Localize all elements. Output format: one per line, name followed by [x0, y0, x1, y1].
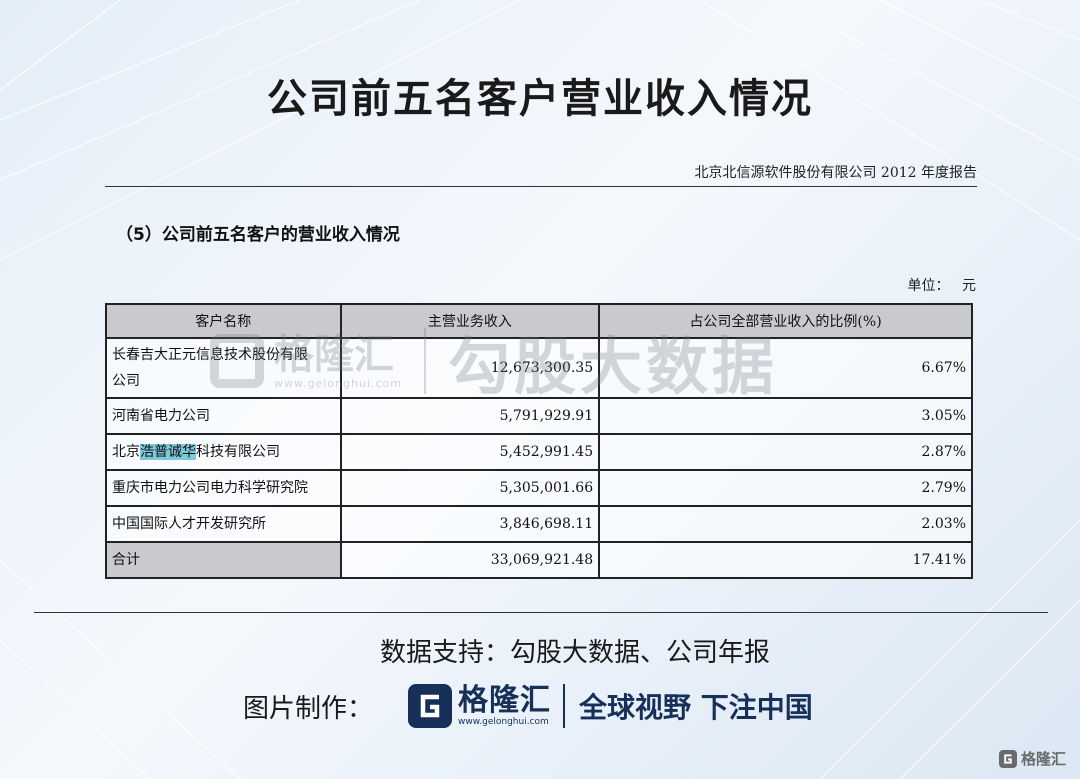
table-header-row: 客户名称 主营业务收入 占公司全部营业收入的比例(%) [105, 303, 973, 339]
total-revenue: 33,069,921.48 [339, 541, 601, 579]
logo-brand: 格隆汇 www.gelonghui.com [458, 683, 551, 728]
credit-label: 图片制作： [243, 694, 374, 724]
revenue-value: 12,673,300.35 [339, 337, 601, 399]
total-ratio: 17.41% [598, 541, 973, 579]
table-row: 北京浩普诚华科技有限公司 5,452,991.45 2.87% [105, 433, 973, 471]
customer-name-line2: 公司 [112, 373, 140, 389]
unit-label: 单位： 元 [907, 278, 976, 294]
column-header-customer: 客户名称 [105, 303, 342, 339]
ratio-value: 3.05% [598, 397, 973, 435]
g-letter-icon [420, 694, 440, 718]
corner-watermark: 格隆汇 [998, 748, 1066, 769]
ratio-value: 6.67% [598, 337, 973, 399]
section-heading: （5）公司前五名客户的营业收入情况 [116, 225, 400, 245]
revenue-value: 5,305,001.66 [339, 469, 601, 507]
brand-slogan: 全球视野 下注中国 [579, 691, 813, 724]
gelonghui-logo-icon [408, 684, 452, 728]
logo-separator [563, 684, 565, 728]
column-header-revenue: 主营业务收入 [339, 303, 601, 339]
customer-name-line1: 长春吉大正元信息技术股份有限 [112, 347, 308, 363]
total-label: 合计 [105, 541, 342, 579]
revenue-value: 5,791,929.91 [339, 397, 601, 435]
customer-name: 河南省电力公司 [105, 397, 342, 435]
footer-divider [34, 612, 1048, 613]
corner-brand-name: 格隆汇 [1020, 750, 1066, 768]
table-row: 河南省电力公司 5,791,929.91 3.05% [105, 397, 973, 435]
table-row: 长春吉大正元信息技术股份有限 公司 12,673,300.35 6.67% [105, 337, 973, 399]
customer-name: 北京浩普诚华科技有限公司 [105, 433, 342, 471]
report-name: 北京北信源软件股份有限公司 2012 年度报告 [694, 165, 977, 181]
table-total-row: 合计 33,069,921.48 17.41% [105, 541, 973, 579]
customer-name: 重庆市电力公司电力科学研究院 [105, 469, 342, 507]
ratio-value: 2.87% [598, 433, 973, 471]
revenue-value: 3,846,698.11 [339, 505, 601, 543]
logo-url: www.gelonghui.com [458, 717, 549, 727]
revenue-table: 客户名称 主营业务收入 占公司全部营业收入的比例(%) 长春吉大正元信息技术股份… [105, 303, 973, 579]
revenue-value: 5,452,991.45 [339, 433, 601, 471]
data-source: 数据支持：勾股大数据、公司年报 [380, 638, 771, 668]
customer-name-suffix: 科技有限公司 [196, 444, 280, 460]
ratio-value: 2.03% [598, 505, 973, 543]
table-row: 重庆市电力公司电力科学研究院 5,305,001.66 2.79% [105, 469, 973, 507]
corner-g-icon [1004, 753, 1012, 764]
column-header-ratio: 占公司全部营业收入的比例(%) [598, 303, 973, 339]
ratio-value: 2.79% [598, 469, 973, 507]
logo-brand-name: 格隆汇 [458, 683, 551, 718]
table-row: 中国国际人才开发研究所 3,846,698.11 2.03% [105, 505, 973, 543]
customer-name-prefix: 北京 [112, 444, 140, 460]
report-header-line: 北京北信源软件股份有限公司 2012 年度报告 [105, 162, 977, 187]
brand-logo: 格隆汇 www.gelonghui.com 全球视野 下注中国 [408, 684, 813, 728]
customer-name: 中国国际人才开发研究所 [105, 505, 342, 543]
page-title: 公司前五名客户营业收入情况 [267, 76, 813, 122]
highlighted-text: 浩普诚华 [140, 444, 196, 460]
corner-logo-icon [998, 749, 1017, 768]
customer-name: 长春吉大正元信息技术股份有限 公司 [105, 337, 342, 399]
